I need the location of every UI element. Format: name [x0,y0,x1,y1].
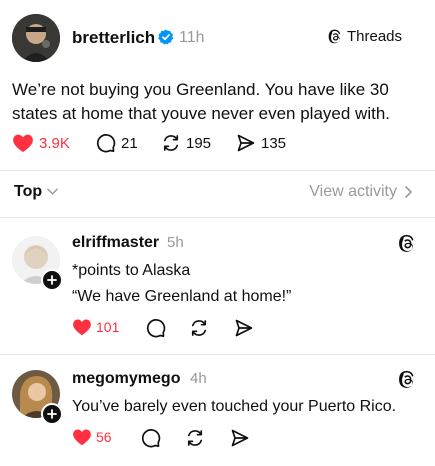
threads-logo-icon [327,29,343,45]
comment-icon [96,133,116,153]
follow-plus-icon[interactable] [41,269,63,291]
view-activity-link[interactable]: View activity [309,183,413,201]
repost-icon [161,133,181,153]
reply-text-line: “We have Greenland at home!” [72,288,292,305]
reply-text: You’ve barely even touched your Puerto R… [72,395,396,419]
post-text: We’re not buying you Greenland. You have… [12,78,390,126]
post-username[interactable]: bretterlich [72,28,155,48]
reply-text-line: You’ve barely even touched your Puerto R… [72,398,397,415]
like-count: 3.9K [39,134,70,152]
sort-label: Top [14,183,43,200]
repost-button[interactable]: 195 [161,133,211,153]
follow-plus-icon[interactable] [41,403,63,425]
chevron-right-icon [405,186,413,198]
chevron-down-icon [47,188,58,196]
send-icon[interactable] [230,428,250,448]
send-icon[interactable] [234,318,254,338]
threads-brand[interactable]: Threads [327,28,402,45]
repost-count: 195 [186,134,212,152]
post-text-line: states at home that youve never even pla… [12,104,391,123]
reply-username[interactable]: megomymego [72,370,180,388]
share-count: 135 [261,134,287,152]
reply-like-button[interactable]: 56 [72,428,112,446]
reply-text-line: *points to Alaska [72,262,191,279]
heart-filled-icon [72,318,92,336]
reply-text: *points to Alaska “We have Greenland at … [72,258,291,310]
divider [0,217,435,218]
reply-time: 5h [167,234,184,251]
reply-username[interactable]: elriffmaster [72,234,159,252]
heart-filled-icon [72,428,92,446]
view-activity-label: View activity [309,183,397,200]
post-time: 11h [179,29,205,46]
post-text-line: We’re not buying you Greenland. You have… [12,80,389,99]
avatar[interactable] [12,14,60,62]
heart-filled-icon [12,133,34,153]
reply-like-count: 101 [96,319,120,335]
threads-brand-label: Threads [347,28,403,45]
reply-time: 4h [190,370,207,387]
reply-count: 21 [121,134,138,152]
repost-icon[interactable] [185,428,205,448]
divider [0,354,435,355]
threads-logo-icon[interactable] [397,234,417,259]
reply-button[interactable]: 21 [96,133,138,153]
comment-icon[interactable] [141,428,161,448]
divider [0,170,435,171]
threads-logo-icon[interactable] [397,370,417,395]
send-icon [236,133,256,153]
reply-like-count: 56 [96,429,112,445]
avatar-image [12,14,60,62]
reply-like-button[interactable]: 101 [72,318,119,336]
share-button[interactable]: 135 [236,133,286,153]
sort-dropdown[interactable]: Top [14,183,58,201]
comment-icon[interactable] [146,318,166,338]
verified-badge-icon [158,29,174,50]
repost-icon[interactable] [189,318,209,338]
like-button[interactable]: 3.9K [12,133,70,153]
